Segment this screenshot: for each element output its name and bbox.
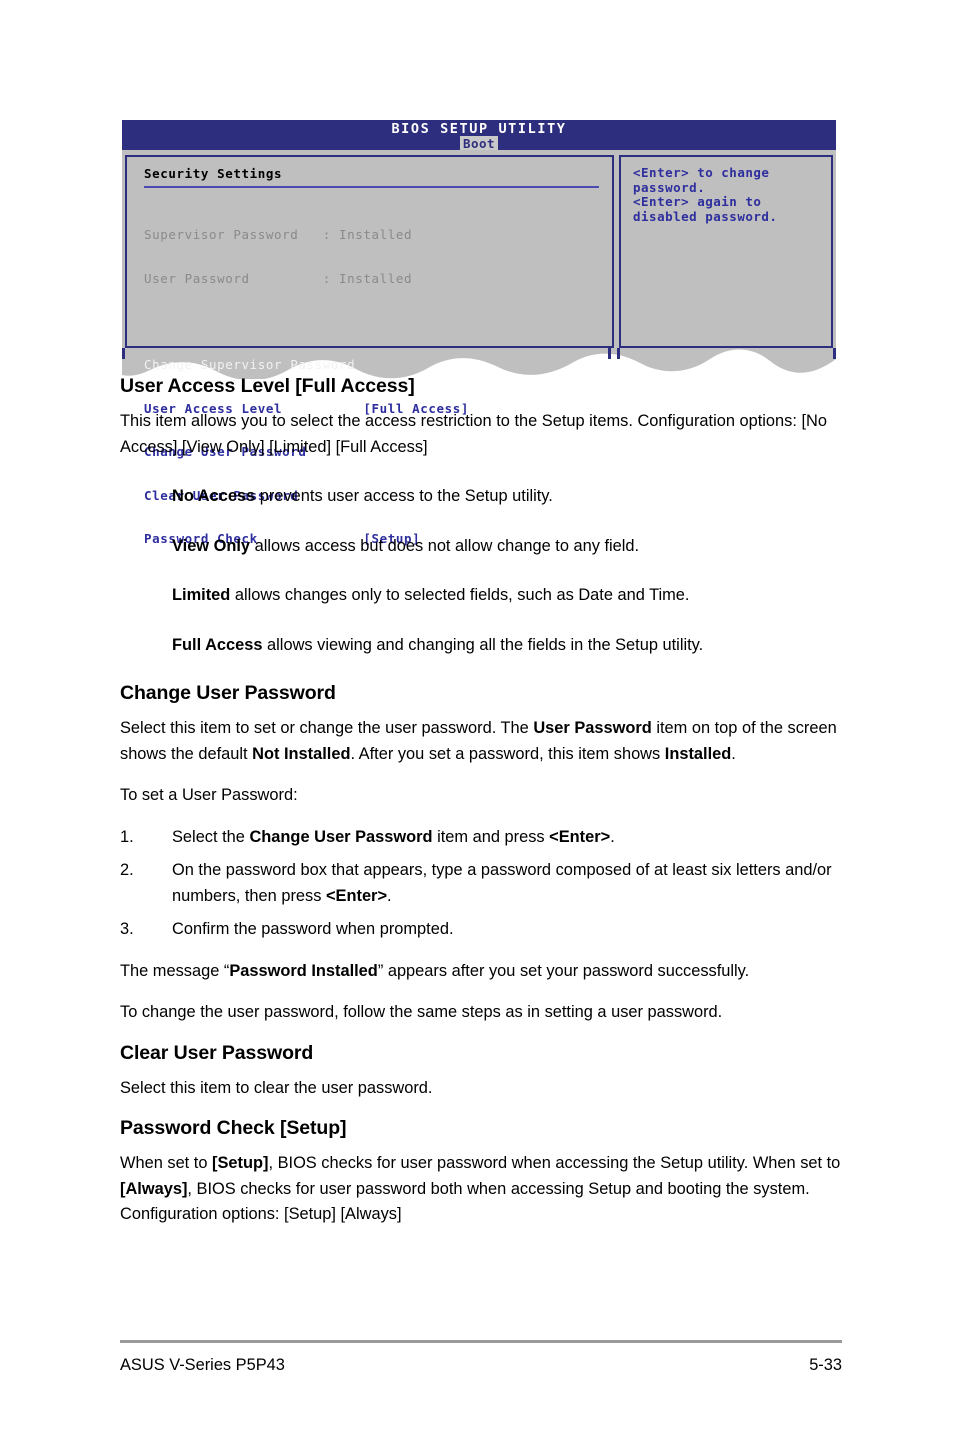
bios-row-change-supervisor-password[interactable]: Change Supervisor Password	[144, 357, 612, 373]
heading-user-access-level: User Access Level [Full Access]	[120, 375, 415, 397]
step-1-c: item and press	[432, 827, 550, 846]
msg-c: ” appears after you set your password su…	[377, 961, 750, 980]
step-3-a: Confirm the password when prompted.	[172, 920, 454, 938]
step-1-d: <Enter>	[549, 827, 611, 846]
bios-row-user-password-status: User Password : Installed	[144, 270, 413, 286]
msg-b: Password Installed	[229, 961, 378, 980]
page-footer: ASUS V-Series P5P43 5-33	[120, 1340, 842, 1375]
desc-no-access: prevents user access to the Setup utilit…	[255, 487, 553, 505]
footer-product-name: ASUS V-Series P5P43	[120, 1356, 285, 1374]
bios-body: Security Settings Supervisor Password : …	[122, 150, 836, 546]
cup-g: .	[731, 744, 736, 763]
desc-view-only: allows access but does not allow change …	[250, 536, 640, 555]
footer-row: ASUS V-Series P5P43 5-33	[120, 1356, 842, 1375]
bios-main-panel: Security Settings Supervisor Password : …	[125, 155, 612, 546]
step-3: 3. Confirm the password when prompted.	[120, 917, 842, 943]
term-view-only: View Only	[172, 536, 251, 555]
ual-line1: This item allows you to select the acces…	[120, 412, 633, 430]
tab-boot[interactable]: Boot	[459, 136, 499, 151]
bios-row-supervisor-password-status: Supervisor Password : Installed	[144, 227, 413, 242]
pc-e: , BIOS checks for user password both whe…	[120, 1179, 810, 1224]
step-3-number: 3.	[120, 920, 134, 938]
definition-no-access: No Access prevents user access to the Se…	[120, 484, 842, 510]
term-limited: Limited	[172, 586, 231, 604]
desc-full-access: allows viewing and changing all the fiel…	[262, 635, 704, 654]
cup-e: . After you set a password, this item sh…	[350, 744, 665, 763]
paragraph-password-installed-message: The message “Password Installed” appears…	[120, 959, 842, 985]
paragraph-user-access-level: This item allows you to select the acces…	[120, 409, 842, 460]
bios-panel-divider	[612, 155, 621, 348]
definition-list: No Access prevents user access to the Se…	[120, 484, 842, 658]
steps-list: 1. Select the Change User Password item a…	[120, 825, 842, 943]
pc-a: When set to	[120, 1154, 213, 1172]
footer-divider	[120, 1340, 842, 1343]
step-1-number: 1.	[120, 827, 134, 846]
paragraph-change-user-password: Select this item to set or change the us…	[120, 716, 842, 767]
heading-change-user-password: Change User Password	[120, 682, 336, 704]
bios-row-spacer	[144, 315, 612, 329]
step-1-a: Select the	[172, 827, 250, 846]
document-content: User Access Level [Full Access] This ite…	[120, 375, 842, 1244]
term-no-access: No Access	[172, 487, 256, 505]
paragraph-change-same-steps: To change the user password, follow the …	[120, 1003, 723, 1021]
step-2-e: .	[387, 886, 392, 905]
bios-help-panel: <Enter> to change password. <Enter> agai…	[621, 155, 833, 348]
desc-limited: allows changes only to selected fields, …	[230, 586, 690, 604]
pc-b: [Setup]	[212, 1154, 269, 1172]
step-2-d: <Enter>	[325, 886, 388, 905]
term-full-access: Full Access	[172, 635, 263, 654]
bios-panel-heading: Security Settings	[144, 166, 599, 188]
bios-title-bar: BIOS SETUP UTILITY Boot	[122, 120, 836, 151]
cup-a: Select this item to set or change the us…	[120, 719, 534, 737]
footer-page-number: 5-33	[809, 1356, 842, 1374]
definition-view-only: View Only allows access but does not all…	[120, 534, 842, 560]
step-2: 2. On the password box that appears, type…	[120, 858, 842, 909]
heading-clear-user-password: Clear User Password	[120, 1041, 314, 1064]
heading-password-check: Password Check [Setup]	[120, 1117, 347, 1139]
cup-f: Installed	[664, 744, 732, 763]
step-2-number: 2.	[120, 861, 134, 879]
msg-a: The message “	[120, 961, 230, 980]
step-1-e: .	[610, 827, 615, 846]
definition-limited: Limited allows changes only to selected …	[120, 583, 842, 609]
cup-d: Not Installed	[252, 744, 351, 763]
step-1-b: Change User Password	[249, 827, 433, 846]
pc-d: [Always]	[120, 1179, 188, 1198]
bios-help-text: <Enter> to change password. <Enter> agai…	[633, 165, 778, 224]
paragraph-to-set-password: To set a User Password:	[120, 786, 298, 804]
cup-b: User Password	[533, 719, 652, 737]
step-2-a: On the password box that appears, type a…	[172, 861, 832, 905]
bios-setup-screenshot: BIOS SETUP UTILITY Boot Security Setting…	[122, 120, 836, 546]
pc-c: , BIOS checks for user password when acc…	[268, 1154, 841, 1172]
paragraph-password-check: When set to [Setup], BIOS checks for use…	[120, 1151, 842, 1228]
definition-full-access: Full Access allows viewing and changing …	[120, 633, 842, 659]
bios-tab-row: Boot	[122, 135, 836, 151]
step-1: 1. Select the Change User Password item a…	[120, 825, 842, 851]
paragraph-clear-user-password: Select this item to clear the user passw…	[120, 1078, 433, 1097]
